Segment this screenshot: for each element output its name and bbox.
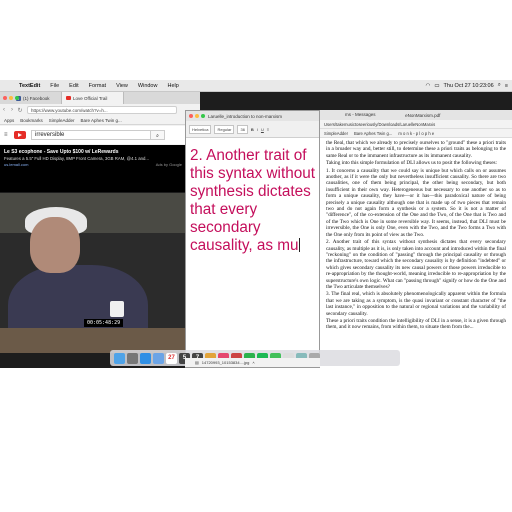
align-icon[interactable]: ≡ (267, 127, 269, 132)
italic-icon[interactable]: I (257, 127, 258, 132)
menu-window[interactable]: Window (133, 83, 163, 89)
chevron-up-icon[interactable]: ˄ (252, 360, 254, 365)
launchpad-icon[interactable] (127, 352, 138, 364)
ad-attribution: Ads by Google (155, 162, 182, 167)
tab-label: (1) Facebook (23, 95, 50, 101)
format-toolbar: Helvetica Regular 36 B I U ≡ (186, 121, 319, 138)
bookmark-monk[interactable]: m o n k - p l o p h e (398, 131, 434, 136)
wifi-icon[interactable]: ◠ (426, 83, 431, 89)
pdf-window: LaruelleNonMarxism.pdf Users/takemusicto… (320, 110, 512, 368)
minimize-icon[interactable] (195, 114, 199, 118)
cup (110, 301, 124, 317)
font-size-select[interactable]: 36 (237, 124, 248, 134)
pdf-paragraph: 1. It concerns a causality that we could… (326, 167, 506, 238)
mail-icon[interactable] (153, 352, 164, 364)
bold-icon[interactable]: B (251, 127, 254, 132)
browser-window: f (1) Facebook Love Official Trail ‹ › ↻… (0, 92, 200, 192)
pdf-paragraph: 2. Another trait of this syntax without … (326, 239, 506, 290)
window-controls (3, 96, 19, 100)
pdf-paragraph: 3. The final real, which is absolutely p… (326, 291, 506, 317)
magnifier-icon[interactable]: ⌕ (151, 130, 165, 140)
youtube-header: ≡ irreversible ⌕ (0, 126, 190, 144)
list-icon[interactable]: ≡ (505, 83, 508, 89)
textedit-titlebar: Laruelle_introduction to non-marxism (186, 111, 319, 121)
ad-title[interactable]: Le S3 ecophone - Save Upto $100 w/ LeRew… (4, 149, 118, 155)
youtube-search-input[interactable]: irreversible (31, 130, 151, 140)
forward-icon[interactable]: › (8, 107, 16, 113)
ad-domain[interactable]: us.lemall.com (4, 162, 28, 167)
menu-help[interactable]: Help (162, 83, 183, 89)
download-bar: ▤ 14720993_10153834....jpg ˄ (185, 358, 320, 367)
font-family-select[interactable]: Helvetica (189, 124, 212, 134)
search-icon[interactable]: ⌕ (498, 82, 501, 89)
textedit-window: Laruelle_introduction to non-marxism Hel… (185, 110, 320, 368)
zoom-icon[interactable] (201, 114, 205, 118)
timecode: 00:05:48:29 (84, 319, 124, 327)
tab-strip: f (1) Facebook Love Official Trail (0, 92, 200, 104)
messages-window-title[interactable]: ms - Messages (343, 110, 405, 120)
address-bar: ‹ › ↻ https://www.youtube.com/watch?v=h.… (0, 104, 200, 116)
status-area: ◠ ▭ Thu Oct 27 10:23:06 ⌕ ≡ (426, 82, 512, 89)
underline-icon[interactable]: U (261, 127, 264, 132)
youtube-icon (66, 96, 71, 100)
person-head (30, 217, 80, 273)
bookmark-aphex[interactable]: Bare Aphes Twin g... (354, 131, 392, 136)
menu-file[interactable]: File (45, 83, 64, 89)
tab-youtube[interactable]: Love Official Trail (62, 92, 124, 104)
menu-view[interactable]: View (111, 83, 133, 89)
textedit-title: Laruelle_introduction to non-marxism (208, 113, 283, 119)
zoom-icon[interactable] (15, 96, 19, 100)
menu-edit[interactable]: Edit (64, 83, 83, 89)
document-text: 2. Another trait of this syntax without … (190, 147, 315, 254)
back-icon[interactable]: ‹ (0, 107, 8, 113)
text-caret (298, 238, 300, 252)
menu-bar: TextEdit File Edit Format View Window He… (0, 80, 512, 92)
calendar-icon[interactable]: 27 (166, 352, 177, 364)
menu-format[interactable]: Format (84, 83, 111, 89)
pdf-bookmarks-bar: SimpleAdder Bare Aphes Twin g... m o n k… (320, 129, 512, 138)
safari-icon[interactable] (140, 352, 151, 364)
close-icon[interactable] (3, 96, 7, 100)
pdf-paragraph: the Real, that which we already to preci… (326, 140, 506, 159)
screen: TextEdit File Edit Format View Window He… (0, 80, 512, 368)
bookmark-aphex[interactable]: Bare Aphes Twin g... (81, 118, 122, 123)
bookmark-bookmarks[interactable]: Bookmarks (20, 118, 43, 123)
download-filename[interactable]: 14720993_10153834....jpg (202, 360, 250, 365)
pdf-page[interactable]: the Real, that which we already to preci… (320, 138, 512, 334)
menu-icon[interactable]: ≡ (4, 132, 10, 138)
bookmark-simpleadder[interactable]: SimpleAdder (49, 118, 75, 123)
menubar-clock[interactable]: Thu Oct 27 10:23:06 (444, 83, 494, 89)
ad-description: Features a 5.5" Full HD Display, 8MP Fro… (4, 156, 149, 161)
url-input[interactable]: https://www.youtube.com/watch?v=h... (27, 106, 177, 114)
pdf-path-bar[interactable]: Users/takemusictoseeriously/Downloads/La… (320, 120, 512, 129)
youtube-logo[interactable] (14, 131, 26, 139)
bookmark-simpleadder[interactable]: SimpleAdder (324, 131, 348, 136)
ad-banner[interactable]: Le S3 ecophone - Save Upto $100 w/ LeRew… (0, 145, 190, 192)
window-controls (189, 114, 205, 118)
font-style-select[interactable]: Regular (214, 124, 235, 134)
bookmarks-bar: Apps Bookmarks SimpleAdder Bare Aphes Tw… (0, 116, 200, 125)
pdf-paragraph: These a priori traits condition the inte… (326, 317, 506, 331)
battery-icon[interactable]: ▭ (434, 83, 439, 89)
menu-app[interactable]: TextEdit (14, 83, 45, 89)
finder-icon[interactable] (114, 352, 125, 364)
bookmark-apps[interactable]: Apps (4, 118, 14, 123)
tab-label: Love Official Trail (73, 95, 108, 101)
minimize-icon[interactable] (9, 96, 13, 100)
textedit-document[interactable]: 2. Another trait of this syntax without … (190, 147, 316, 255)
file-icon: ▤ (195, 360, 199, 365)
video-player[interactable]: 00:05:48:29 (0, 193, 200, 353)
pdf-paragraph: Taking into this simple formulation of D… (326, 160, 497, 167)
close-icon[interactable] (189, 114, 193, 118)
reload-icon[interactable]: ↻ (16, 107, 24, 114)
